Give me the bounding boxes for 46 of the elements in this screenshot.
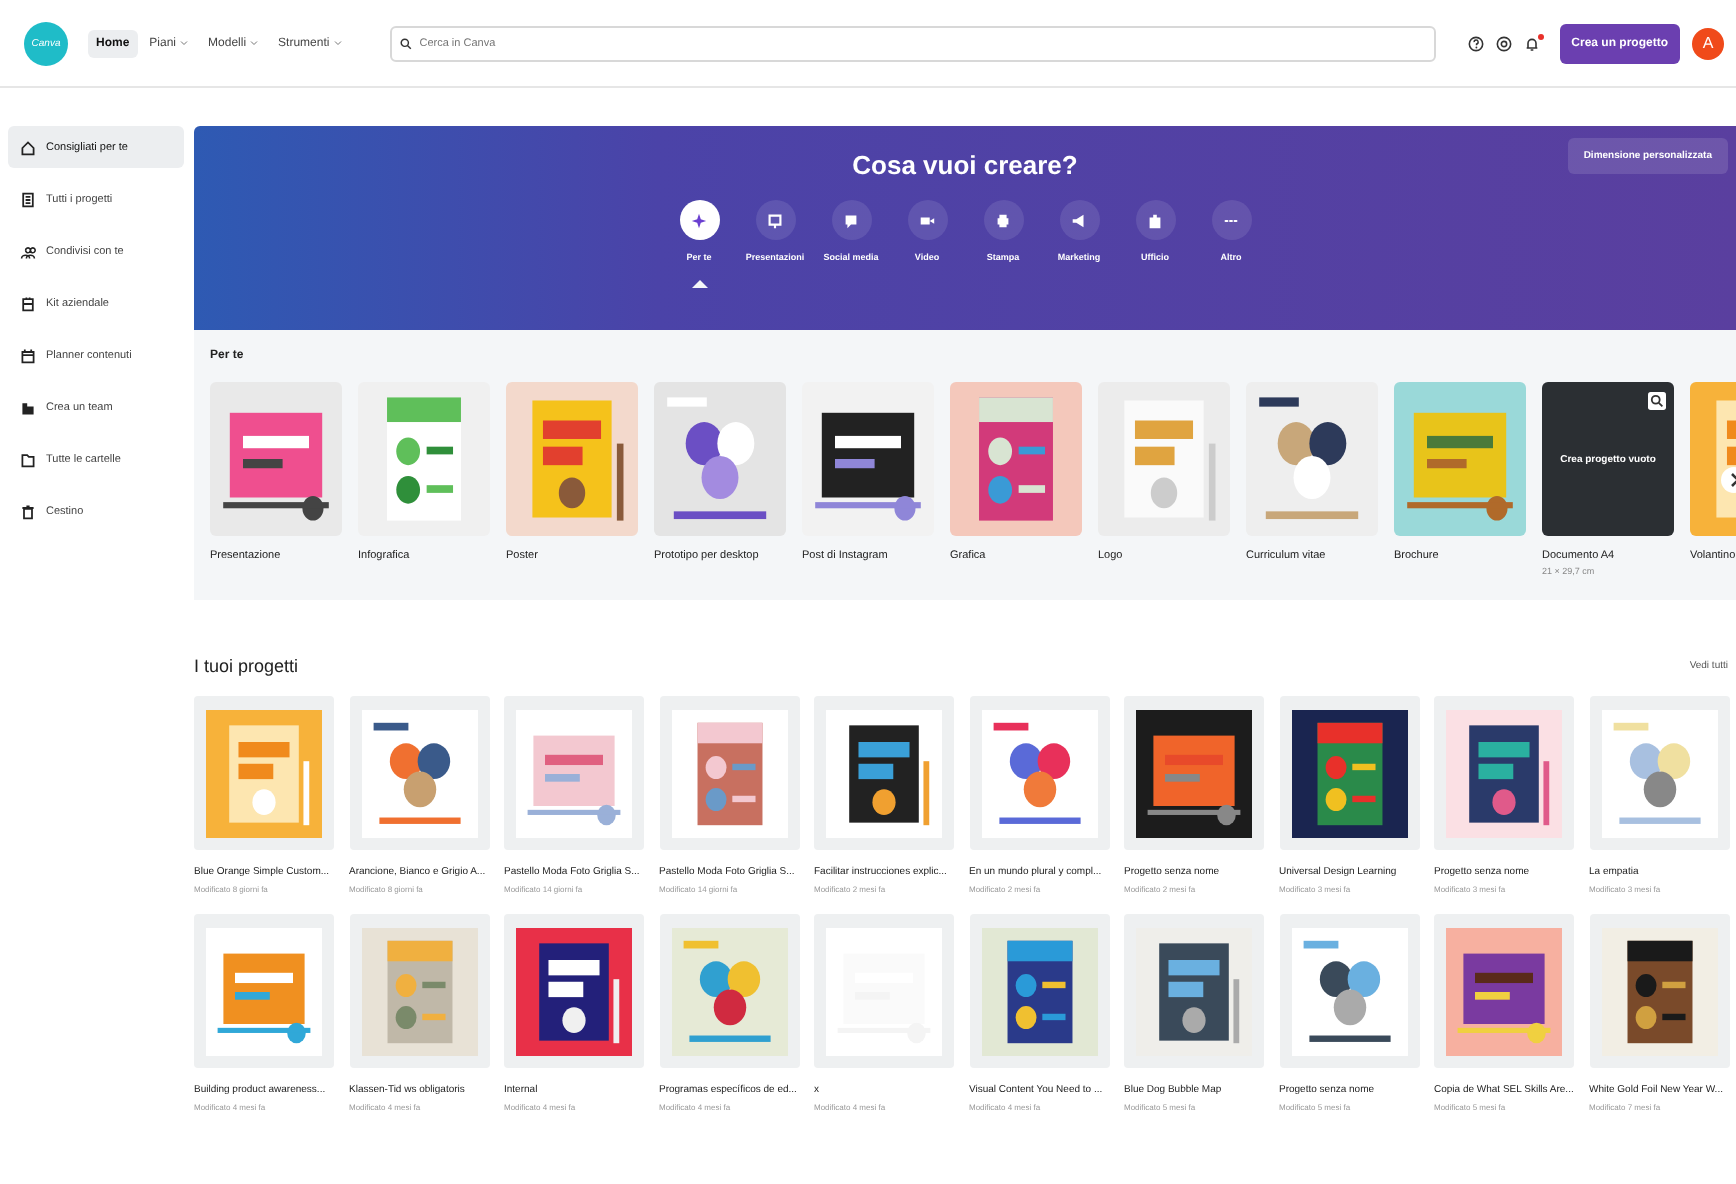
- thumbnail-frame[interactable]: [504, 914, 644, 1068]
- settings-icon[interactable]: [1495, 35, 1512, 51]
- caret-icon: [333, 40, 342, 46]
- sidebar-icon: [20, 139, 36, 155]
- sidebar-icon: [20, 191, 36, 207]
- help-icon[interactable]: [1467, 35, 1484, 51]
- thumbnail-frame[interactable]: [1589, 696, 1729, 850]
- banner-title: Cosa vuoi creare?: [852, 150, 1078, 180]
- caret-icon: [180, 40, 189, 46]
- thumbnail-frame[interactable]: [349, 696, 489, 850]
- thumbnail-frame[interactable]: [194, 914, 334, 1068]
- avatar[interactable]: A: [1692, 27, 1724, 59]
- sparkle-icon: [679, 200, 719, 240]
- section-title: I tuoi progetti: [194, 656, 299, 676]
- thumbnail-frame[interactable]: [1279, 914, 1419, 1068]
- thumbnail-frame[interactable]: [1434, 696, 1574, 850]
- thumbnail-frame[interactable]: [969, 696, 1109, 850]
- video-icon: [907, 200, 947, 240]
- sidebar-icon: [20, 503, 36, 519]
- chat-icon: [831, 200, 871, 240]
- thumbnail-frame[interactable]: [1434, 914, 1574, 1068]
- thumbnail-frame[interactable]: [194, 696, 334, 850]
- thumbnail-frame[interactable]: [814, 696, 954, 850]
- printer-icon: [983, 200, 1023, 240]
- thumbnail-frame[interactable]: [1279, 696, 1419, 850]
- thumbnail-frame[interactable]: [1124, 696, 1264, 850]
- thumbnail-frame[interactable]: [969, 914, 1109, 1068]
- thumbnail-frame[interactable]: [1124, 914, 1264, 1068]
- megaphone-icon: [1059, 200, 1099, 240]
- briefcase-icon: [1135, 200, 1175, 240]
- thumbnail-frame[interactable]: [659, 914, 799, 1068]
- caret-icon: [250, 40, 259, 46]
- sidebar-icon: [20, 243, 36, 259]
- bell-icon[interactable]: [1523, 35, 1540, 51]
- sidebar-icon: [20, 347, 36, 363]
- search-icon: [399, 37, 412, 49]
- more-icon: [1211, 200, 1251, 240]
- thumbnail-frame[interactable]: [504, 696, 644, 850]
- sidebar-icon: [20, 399, 36, 415]
- search-icon[interactable]: [1648, 392, 1666, 410]
- thumbnail-frame[interactable]: [349, 914, 489, 1068]
- sidebar-icon: [20, 451, 36, 467]
- thumbnail-frame[interactable]: [1589, 914, 1729, 1068]
- thumbnail-frame[interactable]: [659, 696, 799, 850]
- presentation-icon: [755, 200, 795, 240]
- sidebar-icon: [20, 295, 36, 311]
